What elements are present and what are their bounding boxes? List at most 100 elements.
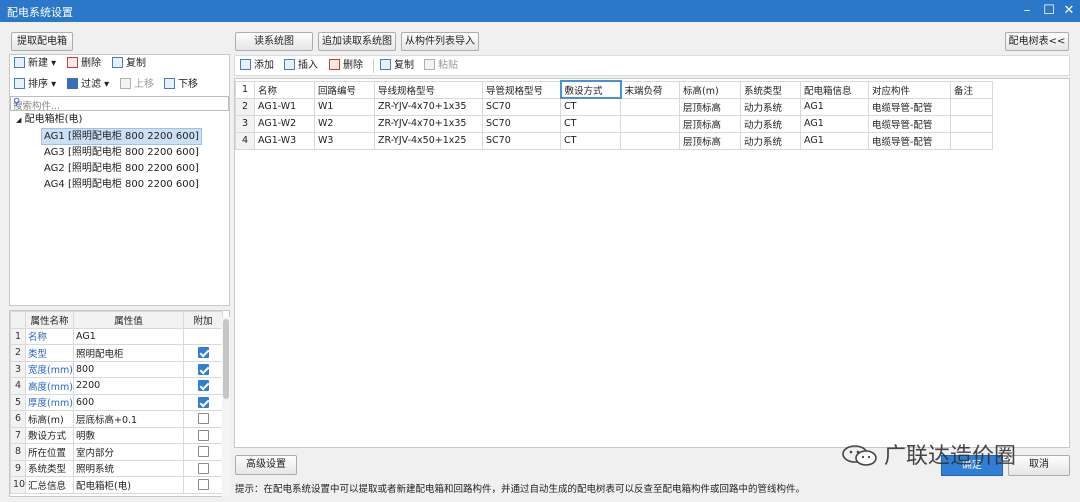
maximize-icon[interactable]: ☐ (1040, 2, 1058, 20)
checkbox-icon[interactable] (197, 413, 209, 425)
paste-button[interactable]: 粘贴 (424, 57, 458, 75)
tree-root[interactable]: ◢ 配电箱柜(电) (16, 112, 82, 128)
checkbox-icon[interactable] (197, 462, 209, 474)
grid-cell[interactable]: 动力系统 (740, 131, 801, 150)
grid-cell[interactable]: ZR-YJV-4x50+1x25 (374, 131, 483, 150)
checkbox-checked-icon[interactable] (197, 347, 209, 359)
props-row[interactable]: 3 宽度(mm) 800 (10, 360, 223, 378)
search-icon[interactable]: ⚲ (13, 97, 225, 108)
grid-header-cell[interactable]: 回路编号 (314, 80, 375, 99)
grid-cell[interactable] (950, 114, 993, 133)
prop-value[interactable]: 照明系统 (73, 459, 184, 477)
prop-extra[interactable] (183, 410, 223, 428)
grid-row[interactable]: 2 AG1-W1 W1 ZR-YJV-4x70+1x35 SC70 CT 层顶标高 动力系统 A… (235, 97, 993, 116)
grid-cell[interactable]: 电缆导管-配管 (868, 114, 951, 133)
grid-cell[interactable]: AG1 (800, 131, 869, 150)
close-icon[interactable]: ✕ (1060, 2, 1078, 20)
grid-header-cell[interactable]: 标高(m) (679, 80, 741, 99)
grid-header-cell[interactable]: 配电箱信息 (800, 80, 869, 99)
grid-cell[interactable]: SC70 (482, 131, 561, 150)
props-row[interactable]: 10 汇总信息 配电箱柜(电) (10, 476, 223, 494)
props-row[interactable]: 2 类型 照明配电柜 (10, 344, 223, 362)
grid-cell[interactable]: CT (560, 114, 621, 133)
grid-cell[interactable]: AG1-W3 (254, 131, 315, 150)
prop-value[interactable]: 明敷 (73, 426, 184, 444)
grid-cell[interactable]: ZR-YJV-4x70+1x35 (374, 97, 483, 116)
move-down-button[interactable]: 下移 (164, 76, 198, 94)
prop-extra[interactable] (183, 443, 223, 461)
grid-cell[interactable]: W3 (314, 131, 375, 150)
prop-value[interactable]: 层底标高+0.1 (73, 410, 184, 428)
filter-button[interactable]: 过滤 ▾ (67, 76, 109, 94)
prop-value[interactable]: 照明配电柜 (73, 344, 184, 362)
props-row[interactable]: 4 高度(mm) 2200 (10, 377, 223, 395)
properties-scrollbar[interactable] (222, 317, 230, 497)
grid-row[interactable]: 4 AG1-W3 W3 ZR-YJV-4x50+1x25 SC70 CT 层顶标高 动力系统 A… (235, 131, 993, 150)
grid-header-cell[interactable]: 对应构件 (868, 80, 951, 99)
checkbox-icon[interactable] (197, 429, 209, 441)
prop-extra[interactable] (183, 377, 223, 395)
prop-extra[interactable] (183, 476, 223, 494)
grid-cell[interactable] (620, 114, 680, 133)
extract-distribution-box-button[interactable]: 提取配电箱 (11, 32, 73, 51)
collapse-icon[interactable]: ◢ (16, 116, 21, 124)
grid-header-cell[interactable]: 导管规格型号 (482, 80, 561, 99)
copy-button[interactable]: 复制 (112, 55, 146, 73)
grid-cell[interactable]: AG1-W1 (254, 97, 315, 116)
tree-item[interactable]: AG1 [照明配电柜 800 2200 600] (41, 128, 202, 145)
grid-cell[interactable] (620, 97, 680, 116)
grid-copy-button[interactable]: 复制 (380, 57, 414, 75)
grid-cell[interactable]: AG1 (800, 114, 869, 133)
grid-cell[interactable]: 电缆导管-配管 (868, 131, 951, 150)
checkbox-checked-icon[interactable] (197, 363, 209, 375)
grid-cell[interactable]: 动力系统 (740, 114, 801, 133)
sort-button[interactable]: 排序 ▾ (14, 76, 56, 94)
append-read-system-diagram-button[interactable]: 追加读取系统图 (318, 32, 396, 51)
cancel-button[interactable]: 取消 (1008, 455, 1070, 476)
prop-value[interactable]: 配电箱柜(电) (73, 476, 184, 494)
grid-cell[interactable]: W2 (314, 114, 375, 133)
prop-extra[interactable] (183, 344, 223, 362)
minimize-icon[interactable]: – (1018, 2, 1036, 20)
advanced-settings-button[interactable]: 高级设置 (235, 455, 297, 475)
props-row[interactable]: 8 所在位置 室内部分 (10, 443, 223, 461)
grid-cell[interactable]: 层顶标高 (679, 97, 741, 116)
prop-extra[interactable] (183, 426, 223, 444)
search-input[interactable]: 搜索构件... ⚲ (10, 96, 229, 112)
grid-cell[interactable]: SC70 (482, 97, 561, 116)
grid-cell[interactable] (950, 131, 993, 150)
grid-cell[interactable]: SC70 (482, 114, 561, 133)
props-row[interactable]: 7 敷设方式 明敷 (10, 426, 223, 444)
prop-value[interactable]: 800 (73, 360, 184, 378)
grid-header-cell[interactable]: 末端负荷 (620, 80, 680, 99)
add-button[interactable]: 添加 (240, 57, 274, 75)
import-from-component-list-button[interactable]: 从构件列表导入 (401, 32, 479, 51)
props-row[interactable]: 5 厚度(mm) 600 (10, 393, 223, 411)
tree-item[interactable]: AG3 [照明配电柜 800 2200 600] (44, 145, 199, 160)
grid-cell[interactable] (620, 131, 680, 150)
distribution-tree-toggle-button[interactable]: 配电树表<< (1005, 32, 1069, 51)
new-button[interactable]: 新建 ▾ (14, 55, 56, 73)
prop-extra[interactable] (183, 327, 223, 345)
prop-value[interactable]: 2200 (73, 377, 184, 395)
tree-item[interactable]: AG2 [照明配电柜 800 2200 600] (44, 161, 199, 176)
insert-button[interactable]: 插入 (284, 57, 318, 75)
tree-item[interactable]: AG4 [照明配电柜 800 2200 600] (44, 177, 199, 192)
grid-cell[interactable]: CT (560, 97, 621, 116)
checkbox-checked-icon[interactable] (197, 396, 209, 408)
prop-value[interactable]: 600 (73, 393, 184, 411)
props-row[interactable]: 9 系统类型 照明系统 (10, 459, 223, 477)
props-row[interactable]: 1 名称 AG1 (10, 327, 223, 345)
grid-cell[interactable]: 电缆导管-配管 (868, 97, 951, 116)
grid-delete-button[interactable]: 删除 (329, 57, 363, 75)
prop-extra[interactable] (183, 393, 223, 411)
grid-cell[interactable] (950, 97, 993, 116)
grid-header-cell[interactable]: 名称 (254, 80, 315, 99)
move-up-button[interactable]: 上移 (120, 76, 154, 94)
prop-value[interactable]: AG1 (73, 327, 184, 345)
read-system-diagram-button[interactable]: 读系统图 (235, 32, 313, 51)
grid-cell[interactable]: 动力系统 (740, 97, 801, 116)
checkbox-icon[interactable] (197, 479, 209, 491)
grid-header-cell[interactable]: 导线规格型号 (374, 80, 483, 99)
grid-cell[interactable]: 层顶标高 (679, 114, 741, 133)
